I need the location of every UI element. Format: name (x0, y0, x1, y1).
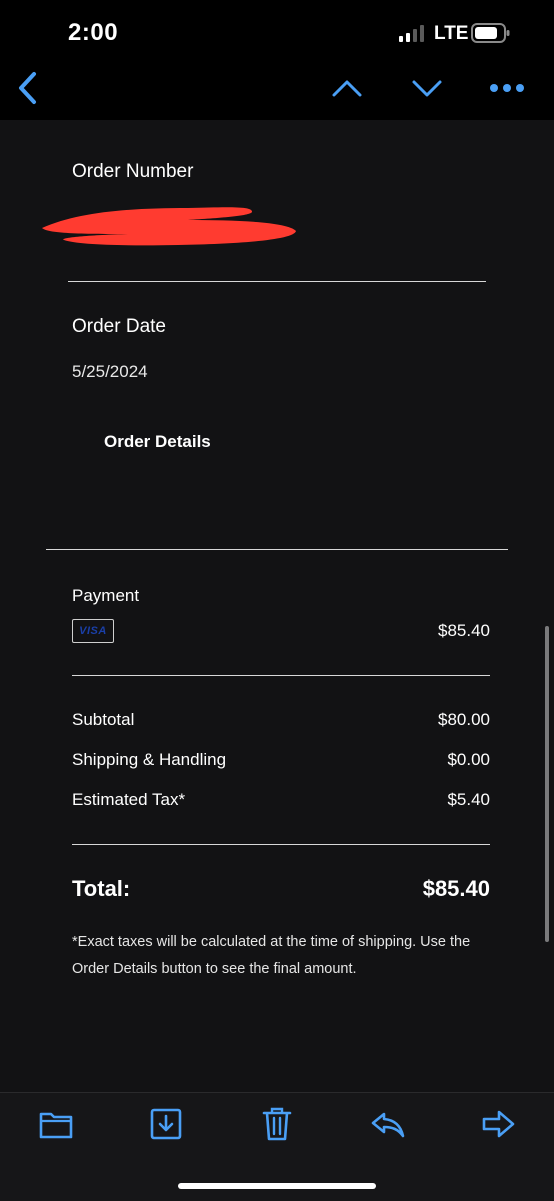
battery-icon (471, 23, 510, 43)
signal-bars-icon (399, 25, 424, 42)
forward-icon[interactable] (480, 1106, 516, 1142)
payment-label: Payment (72, 586, 140, 605)
shipping-label: Shipping & Handling (72, 750, 227, 769)
network-type: LTE (434, 23, 469, 44)
total-label: Total: (72, 876, 131, 901)
folder-icon[interactable] (38, 1106, 74, 1142)
order-date-value: 5/25/2024 (72, 362, 148, 381)
reply-icon[interactable] (370, 1106, 406, 1142)
total-value: $85.40 (422, 876, 490, 901)
chevron-up-icon[interactable] (330, 76, 364, 100)
home-indicator[interactable] (178, 1183, 376, 1189)
divider (68, 281, 486, 282)
tax-label: Estimated Tax* (72, 790, 186, 809)
shipping-value: $0.00 (447, 750, 490, 769)
archive-icon[interactable] (148, 1106, 184, 1142)
back-chevron-icon[interactable] (14, 70, 42, 106)
order-number-label: Order Number (72, 161, 194, 182)
status-bar: 2:00 LTE (0, 0, 554, 64)
mail-toolbar (0, 64, 554, 120)
subtotal-label: Subtotal (72, 710, 135, 729)
order-details-button[interactable]: Order Details (104, 432, 211, 452)
scrollbar[interactable] (545, 626, 549, 942)
redaction-mark (42, 207, 296, 246)
more-dots-icon[interactable] (488, 80, 526, 96)
card-brand: VISA (79, 625, 107, 637)
payment-amount: $85.40 (438, 621, 490, 640)
subtotal-value: $80.00 (438, 710, 490, 729)
trash-icon[interactable] (259, 1106, 295, 1142)
divider (72, 844, 490, 845)
order-date-label: Order Date (72, 316, 166, 337)
chevron-down-icon[interactable] (410, 76, 444, 100)
tax-value: $5.40 (447, 790, 490, 809)
section-divider (46, 549, 508, 550)
divider (72, 675, 490, 676)
visa-card-icon: VISA (72, 619, 114, 643)
status-time: 2:00 (68, 19, 119, 46)
tax-note: *Exact taxes will be calculated at the t… (72, 934, 471, 977)
